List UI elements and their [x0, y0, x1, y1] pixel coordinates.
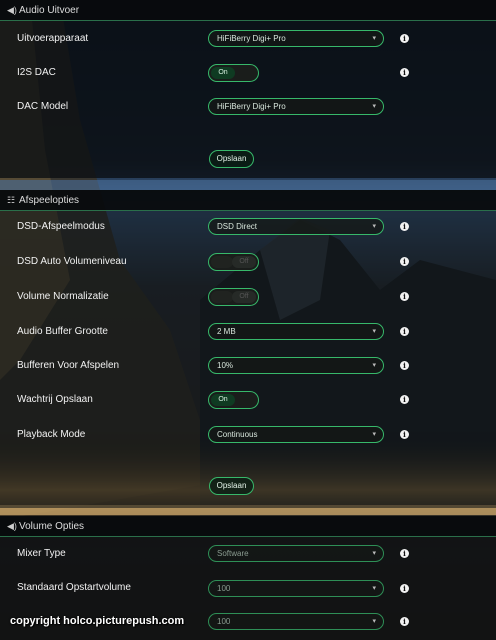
setting-label: Wachtrij Opslaan — [17, 394, 93, 405]
setting-label: I2S DAC — [17, 67, 56, 78]
select-value: Software — [217, 549, 249, 558]
save-button[interactable]: Opslaan — [209, 477, 254, 495]
chevron-down-icon: ▾ — [372, 431, 376, 438]
setting-row-volume-normalization: Volume Normalizatie Off i — [0, 288, 496, 314]
info-icon[interactable]: i — [400, 68, 409, 77]
setting-row-audio-buffer: Audio Buffer Grootte 2 MB ▾ i — [0, 323, 496, 349]
chevron-down-icon: ▾ — [372, 550, 376, 557]
chevron-down-icon: ▾ — [372, 362, 376, 369]
toggle-state: On — [211, 394, 235, 406]
setting-row-output-device: Uitvoerapparaat HiFiBerry Digi+ Pro ▾ i — [0, 30, 496, 56]
sliders-icon: ☷ — [7, 195, 16, 205]
toggle-state: On — [211, 67, 235, 79]
output-device-select[interactable]: HiFiBerry Digi+ Pro ▾ — [208, 30, 384, 47]
toggle-state: Off — [232, 291, 256, 303]
dsd-auto-volume-toggle[interactable]: Off — [208, 253, 259, 271]
copyright-watermark: copyright holco.picturepush.com — [10, 615, 185, 627]
toggle-track — [211, 256, 233, 268]
volume-header: ◀) Volume Opties — [0, 516, 496, 537]
info-icon[interactable]: i — [400, 222, 409, 231]
dsd-mode-select[interactable]: DSD Direct ▾ — [208, 218, 384, 235]
i2s-dac-toggle[interactable]: On — [208, 64, 259, 82]
select-value: 100 — [217, 584, 231, 593]
select-value: 2 MB — [217, 327, 236, 336]
select-value: HiFiBerry Digi+ Pro — [217, 34, 286, 43]
volume-limit-select[interactable]: 100 ▾ — [208, 613, 384, 630]
info-icon[interactable]: i — [400, 395, 409, 404]
info-icon[interactable]: i — [400, 617, 409, 626]
startup-volume-select[interactable]: 100 ▾ — [208, 580, 384, 597]
setting-row-mixer-type: Mixer Type Software ▾ i — [0, 545, 496, 571]
setting-row-dsd-auto-volume: DSD Auto Volumeniveau Off i — [0, 253, 496, 279]
setting-row-dac-model: DAC Model HiFiBerry Digi+ Pro ▾ — [0, 98, 496, 124]
chevron-down-icon: ▾ — [372, 585, 376, 592]
select-value: DSD Direct — [217, 222, 258, 231]
setting-label: Volume Normalizatie — [17, 291, 109, 302]
playback-mode-select[interactable]: Continuous ▾ — [208, 426, 384, 443]
setting-row-prebuffer: Bufferen Voor Afspelen 10% ▾ i — [0, 357, 496, 383]
select-value: 100 — [217, 617, 231, 626]
playback-header: ☷ Afspeelopties — [0, 190, 496, 211]
info-icon[interactable]: i — [400, 430, 409, 439]
chevron-down-icon: ▾ — [372, 618, 376, 625]
setting-row-playback-mode: Playback Mode Continuous ▾ i — [0, 426, 496, 452]
setting-row-dsd-mode: DSD-Afspeelmodus DSD Direct ▾ i — [0, 218, 496, 244]
setting-row-save-queue: Wachtrij Opslaan On i — [0, 391, 496, 417]
audio-output-header: ◀) Audio Uitvoer — [0, 0, 496, 21]
toggle-track — [211, 291, 233, 303]
volume-normalization-toggle[interactable]: Off — [208, 288, 259, 306]
info-icon[interactable]: i — [400, 292, 409, 301]
audio-buffer-select[interactable]: 2 MB ▾ — [208, 323, 384, 340]
prebuffer-select[interactable]: 10% ▾ — [208, 357, 384, 374]
info-icon[interactable]: i — [400, 584, 409, 593]
speaker-icon: ◀) — [7, 521, 17, 531]
section-title: Volume Opties — [19, 521, 85, 532]
section-title: Afspeelopties — [19, 195, 80, 206]
select-value: HiFiBerry Digi+ Pro — [217, 102, 286, 111]
chevron-down-icon: ▾ — [372, 35, 376, 42]
setting-label: Audio Buffer Grootte — [17, 326, 108, 337]
setting-label: DAC Model — [17, 101, 69, 112]
setting-label: DSD Auto Volumeniveau — [17, 256, 127, 267]
select-value: Continuous — [217, 430, 258, 439]
setting-label: Standaard Opstartvolume — [17, 582, 131, 593]
info-icon[interactable]: i — [400, 361, 409, 370]
setting-row-i2s-dac: I2S DAC On i — [0, 64, 496, 90]
save-button[interactable]: Opslaan — [209, 150, 254, 168]
info-icon[interactable]: i — [400, 327, 409, 336]
info-icon[interactable]: i — [400, 257, 409, 266]
setting-label: Playback Mode — [17, 429, 86, 440]
dac-model-select[interactable]: HiFiBerry Digi+ Pro ▾ — [208, 98, 384, 115]
setting-label: DSD-Afspeelmodus — [17, 221, 105, 232]
setting-row-startup-volume: Standaard Opstartvolume 100 ▾ i — [0, 580, 496, 605]
chevron-down-icon: ▾ — [372, 103, 376, 110]
setting-label: Uitvoerapparaat — [17, 33, 89, 44]
toggle-state: Off — [232, 256, 256, 268]
select-value: 10% — [217, 361, 234, 370]
save-queue-toggle[interactable]: On — [208, 391, 259, 409]
setting-label: Mixer Type — [17, 548, 66, 559]
speaker-icon: ◀) — [7, 5, 17, 15]
setting-label: Bufferen Voor Afspelen — [17, 360, 120, 371]
section-title: Audio Uitvoer — [19, 5, 80, 16]
chevron-down-icon: ▾ — [372, 328, 376, 335]
info-icon[interactable]: i — [400, 34, 409, 43]
info-icon[interactable]: i — [400, 549, 409, 558]
mixer-type-select[interactable]: Software ▾ — [208, 545, 384, 562]
chevron-down-icon: ▾ — [372, 223, 376, 230]
